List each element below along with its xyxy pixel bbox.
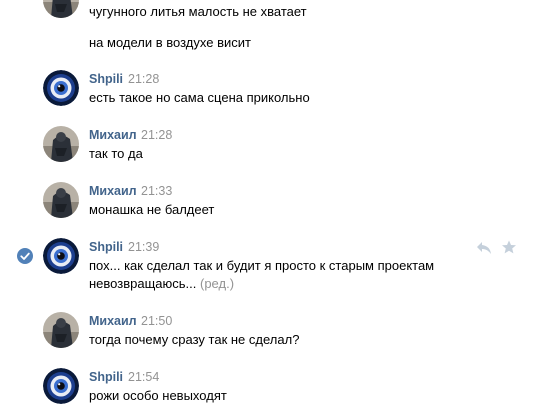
reply-arrow-icon[interactable] xyxy=(476,241,492,255)
message-time[interactable]: 21:39 xyxy=(128,240,159,254)
message-author[interactable]: Михаил xyxy=(89,128,137,142)
message-text: рожи особо невыходят xyxy=(89,388,227,403)
edited-label[interactable]: (ред.) xyxy=(200,276,234,291)
avatar[interactable] xyxy=(43,0,79,18)
avatar[interactable] xyxy=(43,238,79,274)
avatar[interactable] xyxy=(43,70,79,106)
message-text: чугунного литья малость не хватает xyxy=(89,4,307,19)
check-circle-icon[interactable] xyxy=(17,248,33,264)
message-text: невозвращаюсь... xyxy=(89,276,197,291)
message-author[interactable]: Михаил xyxy=(89,314,137,328)
message-author[interactable]: Shpili xyxy=(89,240,123,254)
chat-history: чугунного литья малость не хватает на мо… xyxy=(0,0,538,418)
message-author[interactable]: Shpili xyxy=(89,72,123,86)
message-time[interactable]: 21:28 xyxy=(128,72,159,86)
message-text: на модели в воздухе висит xyxy=(89,35,251,50)
message-author[interactable]: Михаил xyxy=(89,184,137,198)
message-text-line: невозвращаюсь... (ред.) xyxy=(89,275,234,293)
message-time[interactable]: 21:50 xyxy=(141,314,172,328)
message-time[interactable]: 21:54 xyxy=(128,370,159,384)
avatar[interactable] xyxy=(43,182,79,218)
avatar[interactable] xyxy=(43,126,79,162)
message-time[interactable]: 21:33 xyxy=(141,184,172,198)
message-text: есть такое но сама сцена прикольно xyxy=(89,90,310,105)
avatar[interactable] xyxy=(43,312,79,348)
message-author[interactable]: Shpili xyxy=(89,370,123,384)
message-text: так то да xyxy=(89,146,143,161)
star-icon[interactable] xyxy=(501,240,517,254)
avatar[interactable] xyxy=(43,368,79,404)
message-text: монашка не балдеет xyxy=(89,202,215,217)
message-time[interactable]: 21:28 xyxy=(141,128,172,142)
message-text: тогда почему сразу так не сделал? xyxy=(89,332,300,347)
message-text: пох... как сделал так и будит я просто к… xyxy=(89,258,435,273)
